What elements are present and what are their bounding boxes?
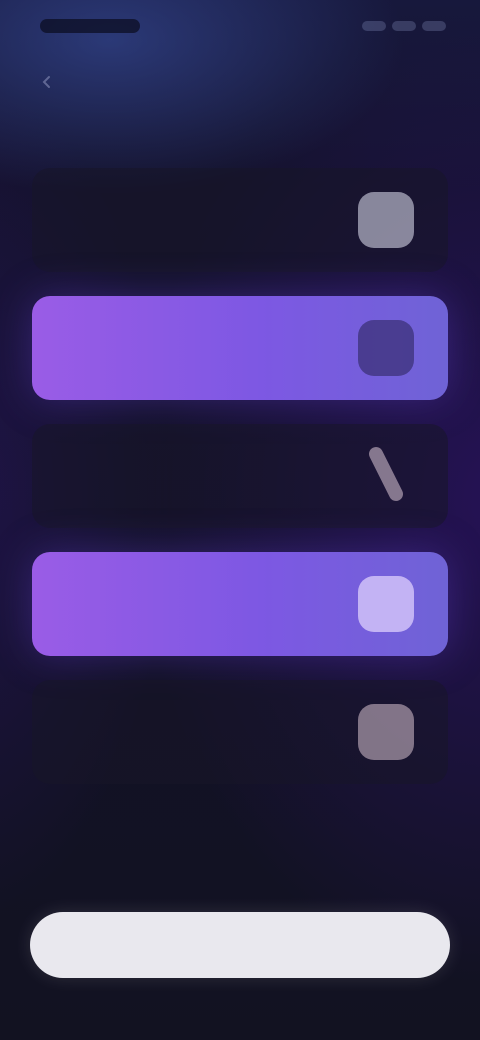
app-icon [358, 447, 414, 504]
option-card-3[interactable] [32, 424, 448, 528]
app-icon [358, 192, 414, 248]
secondary-link[interactable] [0, 822, 480, 858]
battery-icon [422, 21, 446, 31]
option-card-5[interactable] [32, 680, 448, 784]
app-icon [358, 320, 414, 376]
chevron-left-icon[interactable] [36, 71, 58, 93]
status-bar [0, 0, 480, 52]
status-time [40, 19, 140, 33]
status-indicators [362, 21, 446, 31]
app-icon [358, 704, 414, 760]
option-card-1[interactable] [32, 168, 448, 272]
option-card-2[interactable] [32, 296, 448, 400]
wifi-icon [392, 21, 416, 31]
primary-button[interactable] [30, 912, 450, 978]
signal-icon [362, 21, 386, 31]
option-card-4[interactable] [32, 552, 448, 656]
app-icon [358, 576, 414, 632]
header [36, 58, 444, 106]
